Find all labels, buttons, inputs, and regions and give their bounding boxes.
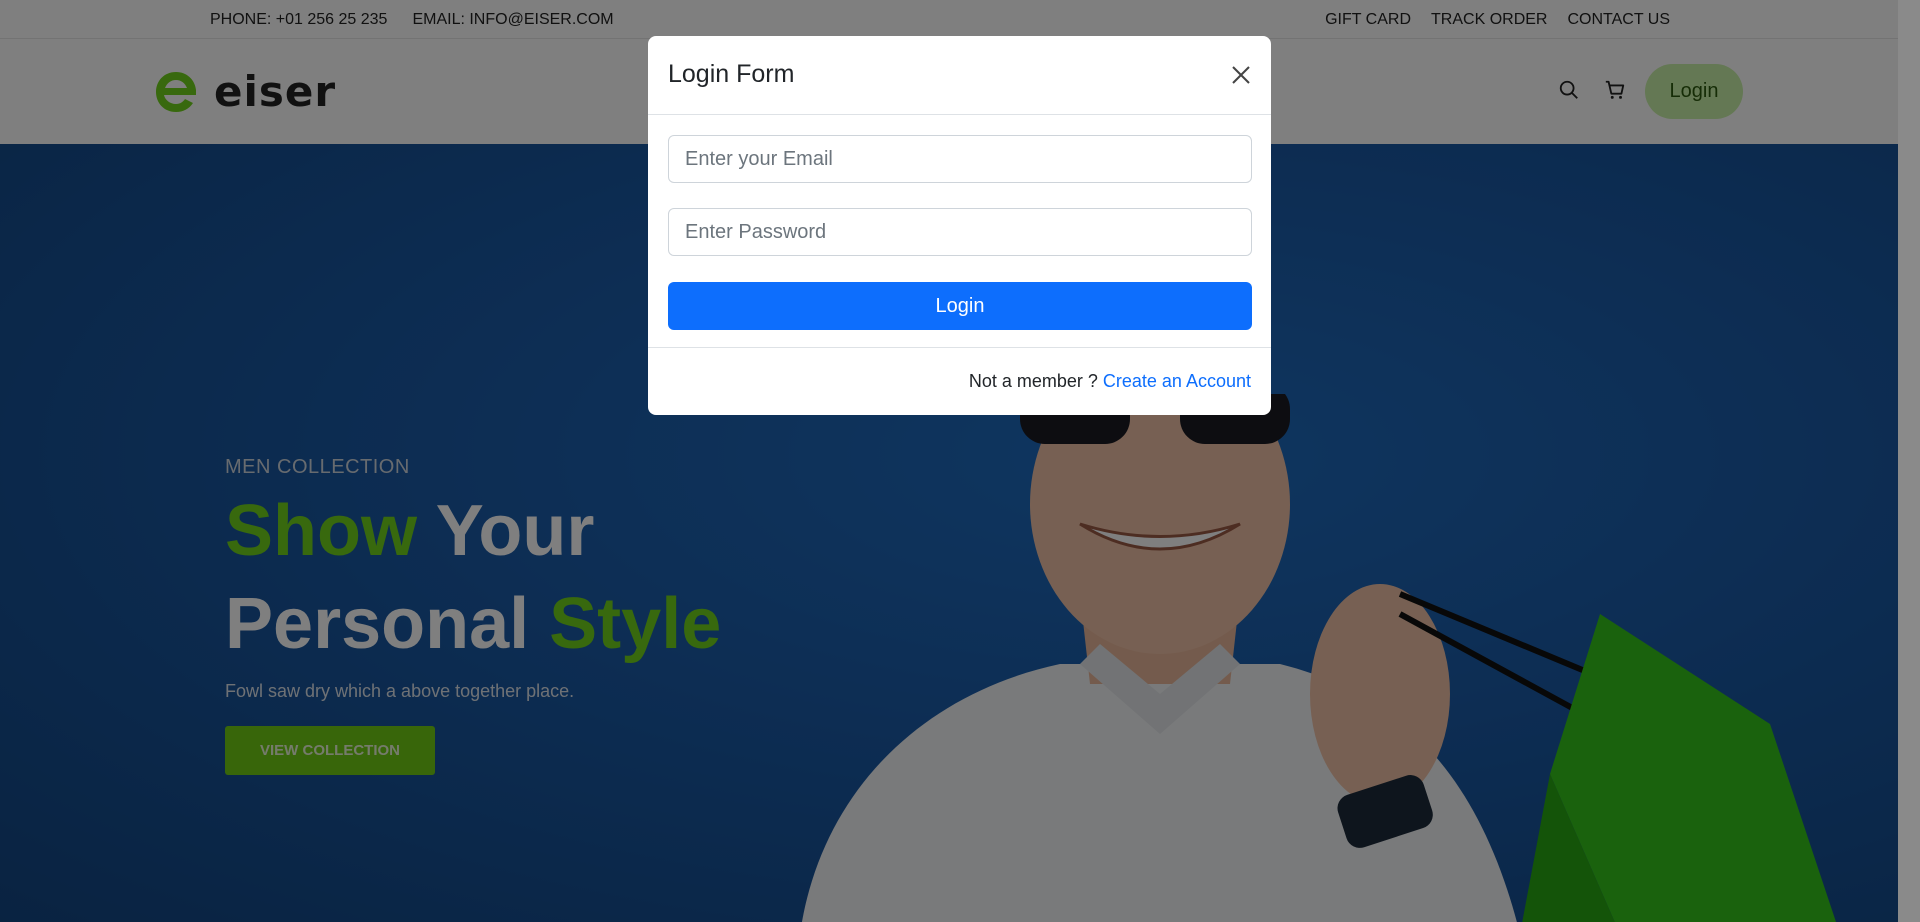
modal-title: Login Form — [668, 60, 795, 88]
modal-footer: Not a member ? Create an Account — [648, 348, 1271, 414]
create-account-link[interactable]: Create an Account — [1103, 371, 1251, 391]
password-field[interactable] — [668, 208, 1252, 256]
login-modal: Login Form Login Not a member ? Create a… — [648, 36, 1271, 415]
page-scrollbar[interactable] — [1898, 0, 1920, 922]
close-icon[interactable] — [1230, 64, 1252, 86]
modal-header: Login Form — [648, 36, 1271, 115]
modal-body: Login — [648, 115, 1271, 348]
login-submit-button[interactable]: Login — [668, 282, 1252, 330]
signup-prompt: Not a member ? Create an Account — [969, 371, 1251, 392]
email-field[interactable] — [668, 135, 1252, 183]
signup-prompt-text: Not a member ? — [968, 371, 1103, 391]
